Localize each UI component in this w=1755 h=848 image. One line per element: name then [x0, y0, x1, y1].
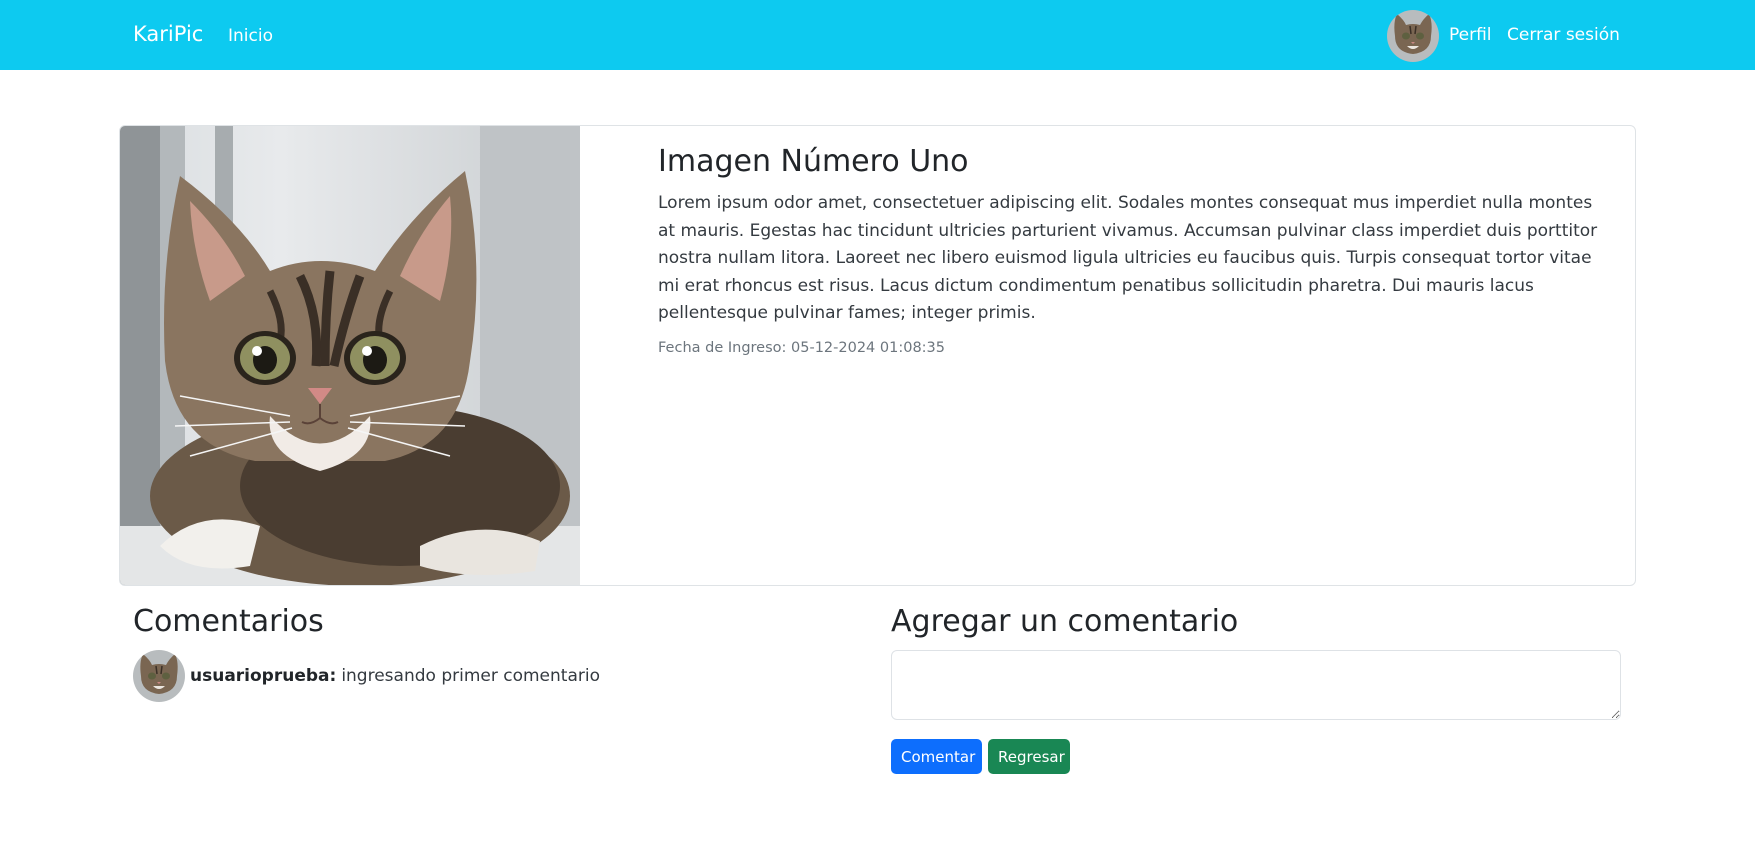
- cat-photo: [120, 126, 580, 586]
- commenter-avatar-icon: [133, 650, 185, 702]
- top-navbar: KariPic Inicio Perfil Cerrar sesión: [0, 0, 1755, 70]
- image-card: Imagen Número Uno Lorem ipsum odor amet,…: [119, 125, 1636, 586]
- brand-link[interactable]: KariPic: [133, 22, 203, 46]
- comment-text: ingresando primer comentario: [341, 666, 600, 686]
- add-comment-heading: Agregar un comentario: [891, 604, 1239, 639]
- image-date: Fecha de Ingreso: 05-12-2024 01:08:35: [658, 339, 946, 356]
- regresar-button[interactable]: Regresar: [988, 739, 1070, 774]
- comments-heading: Comentarios: [133, 604, 324, 639]
- comentar-button[interactable]: Comentar: [891, 739, 982, 774]
- comments-section: Comentarios usuarioprueba: ingresando pr…: [133, 604, 863, 702]
- image-description: Lorem ipsum odor amet, consectetuer adip…: [658, 193, 1598, 324]
- add-comment-section: Agregar un comentario Comentar Regresar: [891, 604, 1622, 774]
- nav-perfil-link[interactable]: Perfil: [1449, 25, 1492, 45]
- image-title: Imagen Número Uno: [658, 144, 969, 179]
- nav-logout-link[interactable]: Cerrar sesión: [1507, 25, 1620, 45]
- comment-actions: Comentar Regresar: [891, 739, 1622, 774]
- user-avatar-icon[interactable]: [1387, 10, 1439, 62]
- image-details: Imagen Número Uno Lorem ipsum odor amet,…: [658, 144, 1610, 356]
- comment-username: usuarioprueba:: [190, 666, 337, 686]
- comment-item: usuarioprueba: ingresando primer comenta…: [133, 650, 863, 702]
- comment-textarea[interactable]: [891, 650, 1621, 720]
- nav-inicio-link[interactable]: Inicio: [228, 26, 273, 46]
